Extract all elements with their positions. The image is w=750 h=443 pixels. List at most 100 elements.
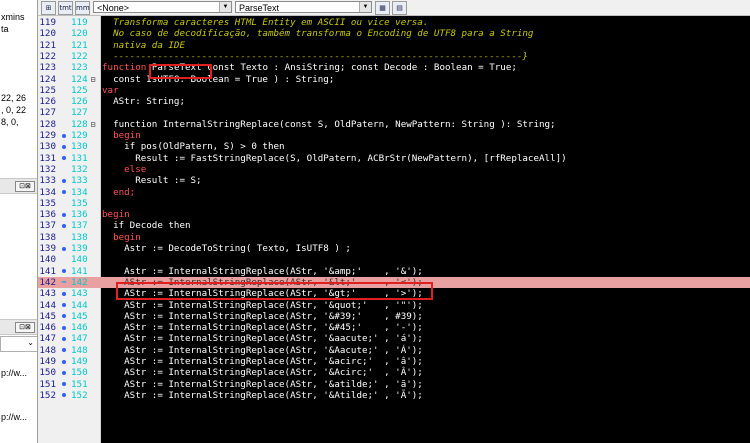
code-line: 130 130 if pos(OldPatern, S) > 0 then — [38, 141, 750, 152]
line-number: 124 — [39, 73, 56, 85]
code-text: AStr := InternalStringReplace(AStr, '&Ac… — [102, 367, 423, 378]
breakpoint-dot-icon — [59, 141, 69, 152]
line-number: 149 — [39, 356, 56, 367]
code-text: AStr := InternalStringReplace(AStr, '&at… — [102, 379, 423, 390]
code-line: 135 135 — [38, 198, 750, 209]
code-line: 134 134 end; — [38, 187, 750, 198]
list-icon[interactable]: ▤ — [392, 1, 407, 15]
method-combo[interactable]: ParseText ▼ — [235, 1, 372, 13]
code-content: var — [102, 84, 119, 96]
breakpoint-dot-icon — [59, 356, 69, 367]
line-number: 138 — [39, 231, 56, 243]
code-content: AStr := InternalStringReplace(AStr, '&#3… — [102, 310, 423, 322]
code-text: ----------------------------------------… — [102, 51, 528, 62]
panel-pin-close-button[interactable]: ⊡⊠ — [15, 181, 35, 192]
line-number: 125 — [39, 84, 56, 96]
line-number: 145 — [39, 310, 56, 322]
code-line: 124 124 ⊟ const IsUTF8: Boolean = True ) :… — [38, 74, 750, 85]
line-number: 144 — [39, 299, 56, 311]
code-line: 149 149 AStr := InternalStringReplace(ASt… — [38, 356, 750, 367]
line-number-secondary: 120 — [71, 28, 88, 40]
grid-icon[interactable]: ▦ — [375, 1, 390, 15]
left-panel-text: 8, 0, — [1, 117, 19, 127]
line-number: 139 — [39, 243, 56, 254]
code-text: nativa da IDE — [102, 40, 185, 51]
code-text: const IsUTF8: Boolean = True ) : String; — [102, 74, 334, 85]
annotation-box-function-name — [149, 64, 212, 79]
line-number-secondary: 135 — [71, 197, 88, 209]
line-number-secondary: 145 — [71, 310, 88, 322]
fold-toggle-icon[interactable]: ⊟ — [88, 74, 98, 85]
code-line: 138 138 begin — [38, 232, 750, 243]
implementation-icon[interactable]: mm — [75, 1, 90, 15]
annotation-box-amp-line — [116, 282, 433, 300]
left-panel-text: , 0, 22 — [1, 105, 27, 115]
breakpoint-dot-icon — [59, 175, 69, 186]
code-line: 137 137 if Decode then — [38, 220, 750, 231]
code-text: Astr := InternalStringReplace(AStr, '&am… — [102, 266, 423, 277]
code-line: 147 147 AStr := InternalStringReplace(ASt… — [38, 333, 750, 344]
panel-combo[interactable]: ⌄ — [0, 336, 37, 352]
left-panel-text: ta — [1, 24, 9, 34]
line-number-secondary: 134 — [71, 186, 88, 198]
line-number: 128 — [39, 118, 56, 130]
unit-icon[interactable]: tmt — [58, 1, 73, 15]
scope-combo[interactable]: <None> ▼ — [93, 1, 232, 13]
line-number-secondary: 143 — [71, 288, 88, 300]
code-content: AStr := InternalStringReplace(AStr, '&qu… — [102, 299, 423, 311]
code-content: AStr := InternalStringReplace(AStr, '&At… — [102, 389, 423, 401]
code-text: else — [102, 164, 146, 175]
line-number: 133 — [39, 175, 56, 187]
code-line: 127 127 — [38, 107, 750, 118]
line-number: 146 — [39, 322, 56, 334]
line-number: 147 — [39, 333, 56, 345]
code-text: begin — [102, 209, 130, 220]
line-number-secondary: 132 — [71, 163, 88, 175]
line-number: 129 — [39, 130, 56, 141]
url-item[interactable]: p://w... — [1, 368, 27, 378]
line-number-secondary: 125 — [71, 84, 88, 96]
code-content: AStr := InternalStringReplace(AStr, '&ac… — [102, 356, 423, 367]
code-line: 131 131 Result := FastStringReplace(S, Ol… — [38, 153, 750, 164]
code-text: AStr := InternalStringReplace(AStr, '&#3… — [102, 311, 423, 322]
code-content: end; — [102, 186, 136, 198]
code-text: No caso de decodificação, também transfo… — [102, 28, 533, 39]
code-text: AStr := InternalStringReplace(AStr, '&At… — [102, 390, 423, 401]
fold-toggle-icon[interactable]: ⊟ — [88, 119, 98, 130]
left-panel-text: 22, 26 — [1, 93, 27, 103]
scope-combo-value: <None> — [97, 3, 130, 13]
line-number: 131 — [39, 152, 56, 164]
code-text: function InternalStringReplace(const S, … — [102, 119, 556, 130]
code-line: 150 150 AStr := InternalStringReplace(ASt… — [38, 367, 750, 378]
editor-toolbar: ⊞ tmt mm <None> ▼ ParseText ▼ ▦ ▤ — [38, 0, 750, 16]
breakpoint-dot-icon — [59, 266, 69, 277]
code-content: AStr := InternalStringReplace(AStr, '&Ac… — [102, 367, 423, 379]
code-line: 152 152 AStr := InternalStringReplace(ASt… — [38, 390, 750, 401]
code-content: function InternalStringReplace(const S, … — [102, 118, 556, 130]
code-line: 146 146 AStr := InternalStringReplace(ASt… — [38, 322, 750, 333]
breakpoint-dot-icon — [59, 187, 69, 198]
code-content: Astr := DecodeToString( Texto, IsUTF8 ) … — [102, 243, 351, 254]
code-editor[interactable]: 119 119 Transforma caracteres HTML Entity… — [38, 16, 750, 443]
line-number-secondary: 138 — [71, 231, 88, 243]
structure-icon[interactable]: ⊞ — [41, 1, 56, 15]
url-item[interactable]: p://w... — [1, 412, 27, 422]
code-line: 129 129 begin — [38, 130, 750, 141]
code-line: 145 145 AStr := InternalStringReplace(ASt… — [38, 311, 750, 322]
line-number-secondary: 147 — [71, 333, 88, 345]
code-line: 122 122 ---------------------------------… — [38, 51, 750, 62]
chevron-down-icon: ▼ — [359, 2, 371, 12]
panel-pin-close-button[interactable]: ⊡⊠ — [15, 322, 35, 333]
line-number-secondary: 122 — [71, 50, 88, 62]
code-line: 132 132 else — [38, 164, 750, 175]
code-line: 121 121 nativa da IDE — [38, 40, 750, 51]
line-number-secondary: 144 — [71, 299, 88, 311]
code-text: if pos(OldPatern, S) > 0 then — [102, 141, 284, 152]
line-number-secondary: 121 — [71, 39, 88, 51]
code-content: begin — [102, 130, 141, 141]
line-number: 120 — [39, 28, 56, 40]
chevron-down-icon: ⌄ — [27, 338, 34, 347]
line-number-secondary: 128 — [71, 118, 88, 130]
code-content: AStr: String; — [102, 96, 185, 108]
code-text: end; — [102, 187, 135, 198]
